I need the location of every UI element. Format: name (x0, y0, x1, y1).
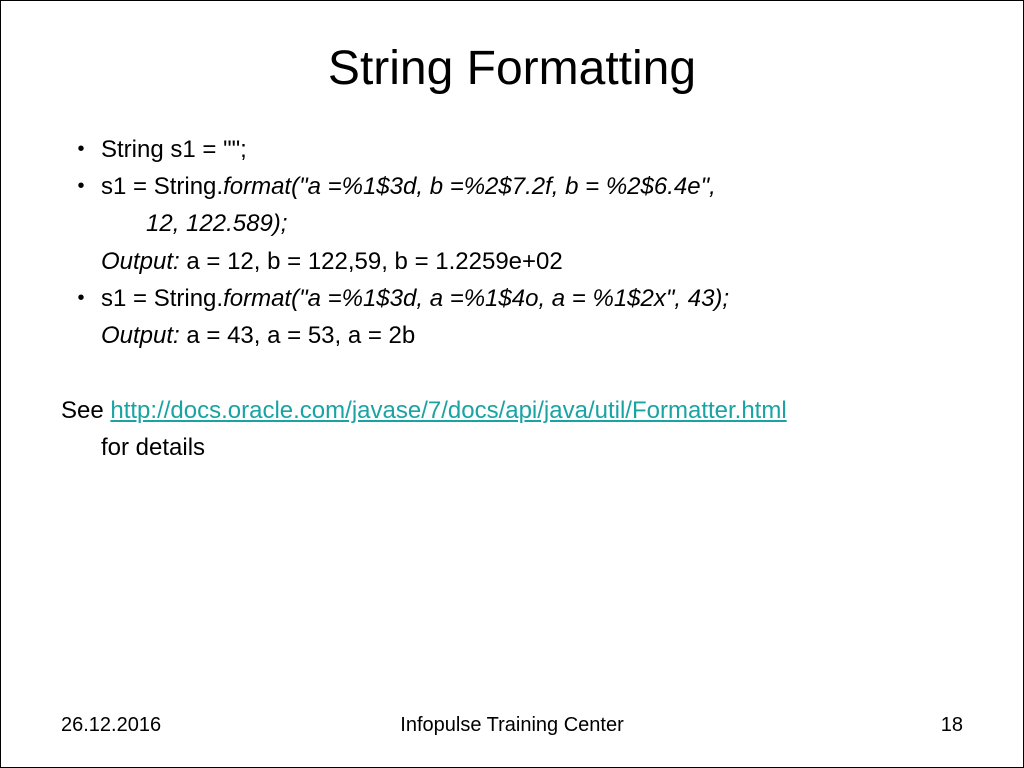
output-line-1: Output: a = 12, b = 122,59, b = 1.2259e+… (61, 243, 963, 280)
output-value: a = 43, a = 53, a = 2b (180, 322, 416, 349)
code-text: s1 = String. (101, 173, 223, 200)
code-text: s1 = String. (101, 285, 223, 312)
footer-date: 26.12.2016 (61, 714, 362, 737)
footer-page-number: 18 (662, 714, 963, 737)
slide: String Formatting • String s1 = ""; • s1… (1, 1, 1023, 767)
output-value: a = 12, b = 122,59, b = 1.2259e+02 (180, 248, 563, 275)
output-label: Output: (101, 248, 180, 275)
see-suffix: for details (61, 429, 963, 466)
footer-center: Infopulse Training Center (362, 714, 663, 737)
bullet-text: s1 = String.format("a =%1$3d, b =%2$7.2f… (101, 168, 963, 205)
slide-content: • String s1 = ""; • s1 = String.format("… (61, 131, 963, 714)
bullet-text: String s1 = ""; (101, 131, 963, 168)
bullet-marker: • (61, 168, 101, 202)
bullet-item-1: • String s1 = ""; (61, 131, 963, 168)
code-italic: format("a =%1$3d, b =%2$7.2f, b = %2$6.4… (223, 173, 716, 200)
bullet-marker: • (61, 280, 101, 314)
see-reference: See http://docs.oracle.com/javase/7/docs… (61, 392, 963, 466)
bullet-marker: • (61, 131, 101, 165)
docs-link[interactable]: http://docs.oracle.com/javase/7/docs/api… (110, 397, 786, 424)
code-italic: format("a =%1$3d, a =%1$4o, a = %1$2x", … (223, 285, 729, 312)
bullet-item-3: • s1 = String.format("a =%1$3d, a =%1$4o… (61, 280, 963, 317)
bullet-item-2: • s1 = String.format("a =%1$3d, b =%2$7.… (61, 168, 963, 205)
bullet-continuation: 12, 122.589); (61, 205, 963, 242)
bullet-text: s1 = String.format("a =%1$3d, a =%1$4o, … (101, 280, 963, 317)
slide-footer: 26.12.2016 Infopulse Training Center 18 (61, 714, 963, 747)
output-label: Output: (101, 322, 180, 349)
output-line-2: Output: a = 43, a = 53, a = 2b (61, 317, 963, 354)
slide-title: String Formatting (61, 41, 963, 96)
see-prefix: See (61, 397, 110, 424)
